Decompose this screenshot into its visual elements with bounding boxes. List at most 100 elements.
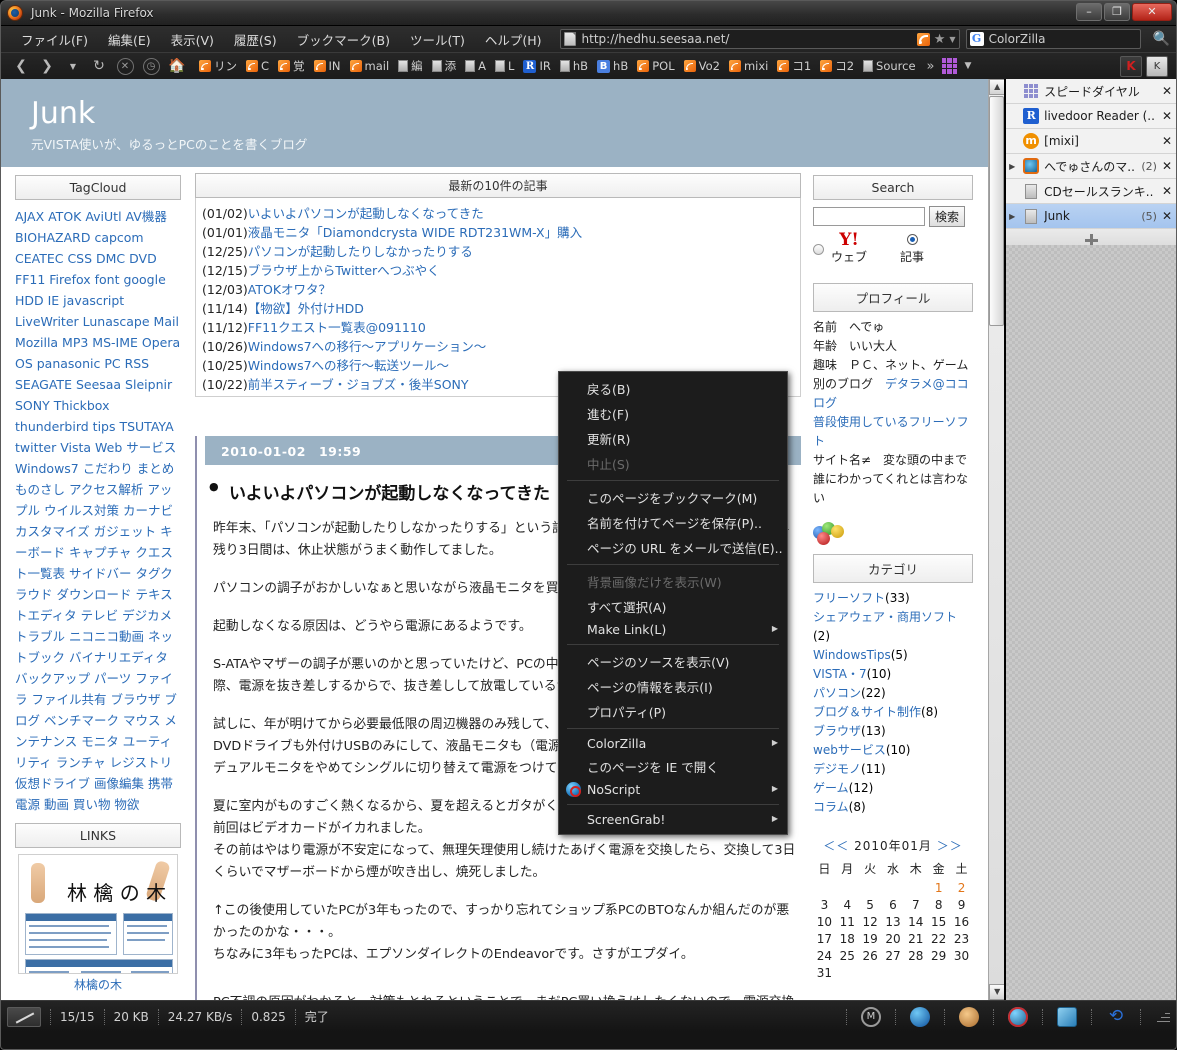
close-icon[interactable]: ✕: [1162, 209, 1172, 223]
forward-button[interactable]: ❯: [35, 56, 59, 77]
category-link[interactable]: ブログ＆サイト制作: [813, 705, 921, 719]
site-search-input[interactable]: [813, 207, 925, 226]
ctx-noscript[interactable]: NoScript ▶: [559, 779, 787, 800]
category-link[interactable]: ブラウザ: [813, 724, 861, 738]
category-link[interactable]: フリーソフト: [813, 591, 885, 605]
item-title[interactable]: Windows7への移行～転送ツール～: [248, 358, 449, 373]
list-item[interactable]: (01/02)いよいよパソコンが起動しなくなってきた: [202, 204, 794, 223]
downthemall-icon[interactable]: [7, 1006, 41, 1027]
bookmark-star-icon[interactable]: ★: [934, 32, 946, 47]
item-title[interactable]: 【物欲】外付けHDD: [248, 301, 364, 316]
bookmark-item[interactable]: POL: [633, 57, 678, 75]
list-item[interactable]: (01/01)液晶モニタ「Diamondcrysta WIDE RDT231WM…: [202, 223, 794, 242]
ctx-email-link[interactable]: ページの URL をメールで送信(E)..: [559, 535, 787, 560]
ctx-select-all[interactable]: すべて選択(A): [559, 594, 787, 619]
monkey-icon[interactable]: [959, 1006, 979, 1027]
category-link[interactable]: VISTA・7: [813, 667, 867, 681]
sidebar-item-hedhu-mark[interactable]: ▶ へでゅさんのマ.. (2) ✕: [1006, 154, 1176, 179]
close-button[interactable]: ✕: [1132, 3, 1172, 21]
calendar-day[interactable]: 1: [927, 879, 950, 896]
calendar-day[interactable]: 2: [950, 879, 973, 896]
gomita-icon[interactable]: ⟲: [1106, 1007, 1126, 1027]
google-icon[interactable]: G: [969, 32, 984, 46]
page-scrollbar[interactable]: ▲ ▼: [988, 79, 1005, 1000]
list-item[interactable]: (10/26)Windows7への移行～アプリケーション～: [202, 337, 794, 356]
item-title[interactable]: パソコンが起動したりしなかったりする: [248, 244, 473, 259]
back-forward-dropdown-icon[interactable]: ▼: [61, 56, 85, 77]
link-thumbnail-ringonoki[interactable]: 林 檎 の 木: [18, 854, 178, 974]
bookmark-item[interactable]: mixi: [725, 57, 772, 75]
bookmark-item[interactable]: BhB: [593, 57, 632, 75]
list-item[interactable]: (11/12)FF11クエスト一覧表@091110: [202, 318, 794, 337]
search-input[interactable]: ColorZilla: [989, 32, 1046, 46]
bookmark-item[interactable]: C: [242, 57, 273, 75]
menu-file[interactable]: ファイル(F): [11, 27, 98, 52]
bookmark-item[interactable]: コ2: [816, 56, 858, 76]
bookmark-item[interactable]: IN: [310, 57, 345, 75]
colorzilla-icon[interactable]: [1057, 1006, 1077, 1027]
bookmarks-overflow-button[interactable]: »: [921, 59, 941, 74]
bookmark-item[interactable]: 覚: [274, 56, 309, 76]
ctx-reload[interactable]: 更新(R): [559, 426, 787, 451]
bookmark-item[interactable]: A: [461, 57, 490, 75]
item-title[interactable]: ATOKオワタ？: [248, 282, 331, 297]
sidebar-item-livedoor-reader[interactable]: R livedoor Reader (.. ✕: [1006, 104, 1176, 129]
menu-view[interactable]: 表示(V): [161, 27, 224, 52]
scroll-up-arrow[interactable]: ▲: [989, 79, 1005, 95]
item-title[interactable]: ブラウザ上からTwitterへつぶやく: [248, 263, 440, 278]
ctx-page-info[interactable]: ページの情報を表示(I): [559, 674, 787, 699]
close-icon[interactable]: ✕: [1162, 184, 1172, 198]
minimize-button[interactable]: –: [1076, 3, 1102, 21]
category-link[interactable]: WindowsTips: [813, 648, 891, 662]
bookmark-item[interactable]: Vo2: [680, 57, 724, 75]
item-title[interactable]: Windows7への移行～アプリケーション～: [248, 339, 487, 354]
sidebar-item-cd-sales-ranking[interactable]: CDセールスランキ.. ✕: [1006, 179, 1176, 204]
close-icon[interactable]: ✕: [1162, 159, 1172, 173]
ctx-properties[interactable]: プロパティ(P): [559, 699, 787, 724]
scroll-thumb[interactable]: [989, 96, 1005, 326]
reload-button[interactable]: ↻: [87, 56, 111, 77]
category-link[interactable]: パソコン: [813, 686, 861, 700]
item-title[interactable]: 液晶モニタ「Diamondcrysta WIDE RDT231WM-X」購入: [248, 225, 582, 240]
close-icon[interactable]: ✕: [1162, 134, 1172, 148]
kaspersky-icon[interactable]: K: [1120, 55, 1142, 77]
feed-subscribe-icon[interactable]: [916, 32, 930, 46]
toolbar-dropdown-icon[interactable]: ▼: [959, 61, 978, 71]
bookmark-item[interactable]: リン: [195, 56, 241, 76]
category-link[interactable]: デジモノ: [813, 762, 861, 776]
menu-edit[interactable]: 編集(E): [98, 27, 161, 52]
ctx-forward[interactable]: 進む(F): [559, 401, 787, 426]
search-bar[interactable]: G ColorZilla: [965, 29, 1141, 49]
url-input[interactable]: http://hedhu.seesaa.net/: [582, 32, 917, 46]
ctx-back[interactable]: 戻る(B): [559, 376, 787, 401]
link-caption[interactable]: 林檎の木: [15, 976, 181, 993]
noscript-icon[interactable]: [1008, 1006, 1028, 1027]
bookmark-item[interactable]: コ1: [773, 56, 815, 76]
scroll-down-arrow[interactable]: ▼: [989, 984, 1005, 1000]
menu-help[interactable]: ヘルプ(H): [475, 27, 552, 52]
list-item[interactable]: (12/03)ATOKオワタ？: [202, 280, 794, 299]
sidebar-item-junk[interactable]: ▶ Junk (5) ✕: [1006, 204, 1176, 229]
history-dropdown-icon[interactable]: ▼: [949, 35, 955, 44]
bookmark-item[interactable]: hB: [556, 57, 592, 75]
twisty-icon[interactable]: ▶: [1009, 162, 1018, 171]
item-title[interactable]: 前半スティーブ・ジョブズ・後半SONY: [248, 377, 469, 392]
category-link[interactable]: シェアウェア・商用ソフト: [813, 610, 957, 624]
category-link[interactable]: webサービス: [813, 743, 886, 757]
radio-article[interactable]: [906, 233, 918, 245]
item-title[interactable]: FF11クエスト一覧表@091110: [248, 320, 426, 335]
bookmark-item[interactable]: R IR: [519, 57, 554, 75]
item-title[interactable]: いよいよパソコンが起動しなくなってきた: [248, 206, 484, 221]
category-link[interactable]: ゲーム: [813, 781, 849, 795]
calendar-next-button[interactable]: ＞＞: [937, 839, 963, 853]
bookmark-item[interactable]: L: [491, 57, 518, 75]
blue-orb-icon[interactable]: [910, 1006, 930, 1027]
history-button[interactable]: ◷: [139, 56, 163, 77]
twisty-icon[interactable]: ▶: [1009, 212, 1018, 221]
maximize-button[interactable]: ❐: [1104, 3, 1130, 21]
tagcloud-links[interactable]: AJAX ATOK AviUtl AV機器 BIOHAZARD capcom C…: [15, 206, 181, 815]
category-link[interactable]: コラム: [813, 800, 849, 814]
bookmark-item[interactable]: 編: [394, 56, 427, 76]
ctx-view-source[interactable]: ページのソースを表示(V): [559, 649, 787, 674]
ctx-bookmark-page[interactable]: このページをブックマーク(M): [559, 485, 787, 510]
